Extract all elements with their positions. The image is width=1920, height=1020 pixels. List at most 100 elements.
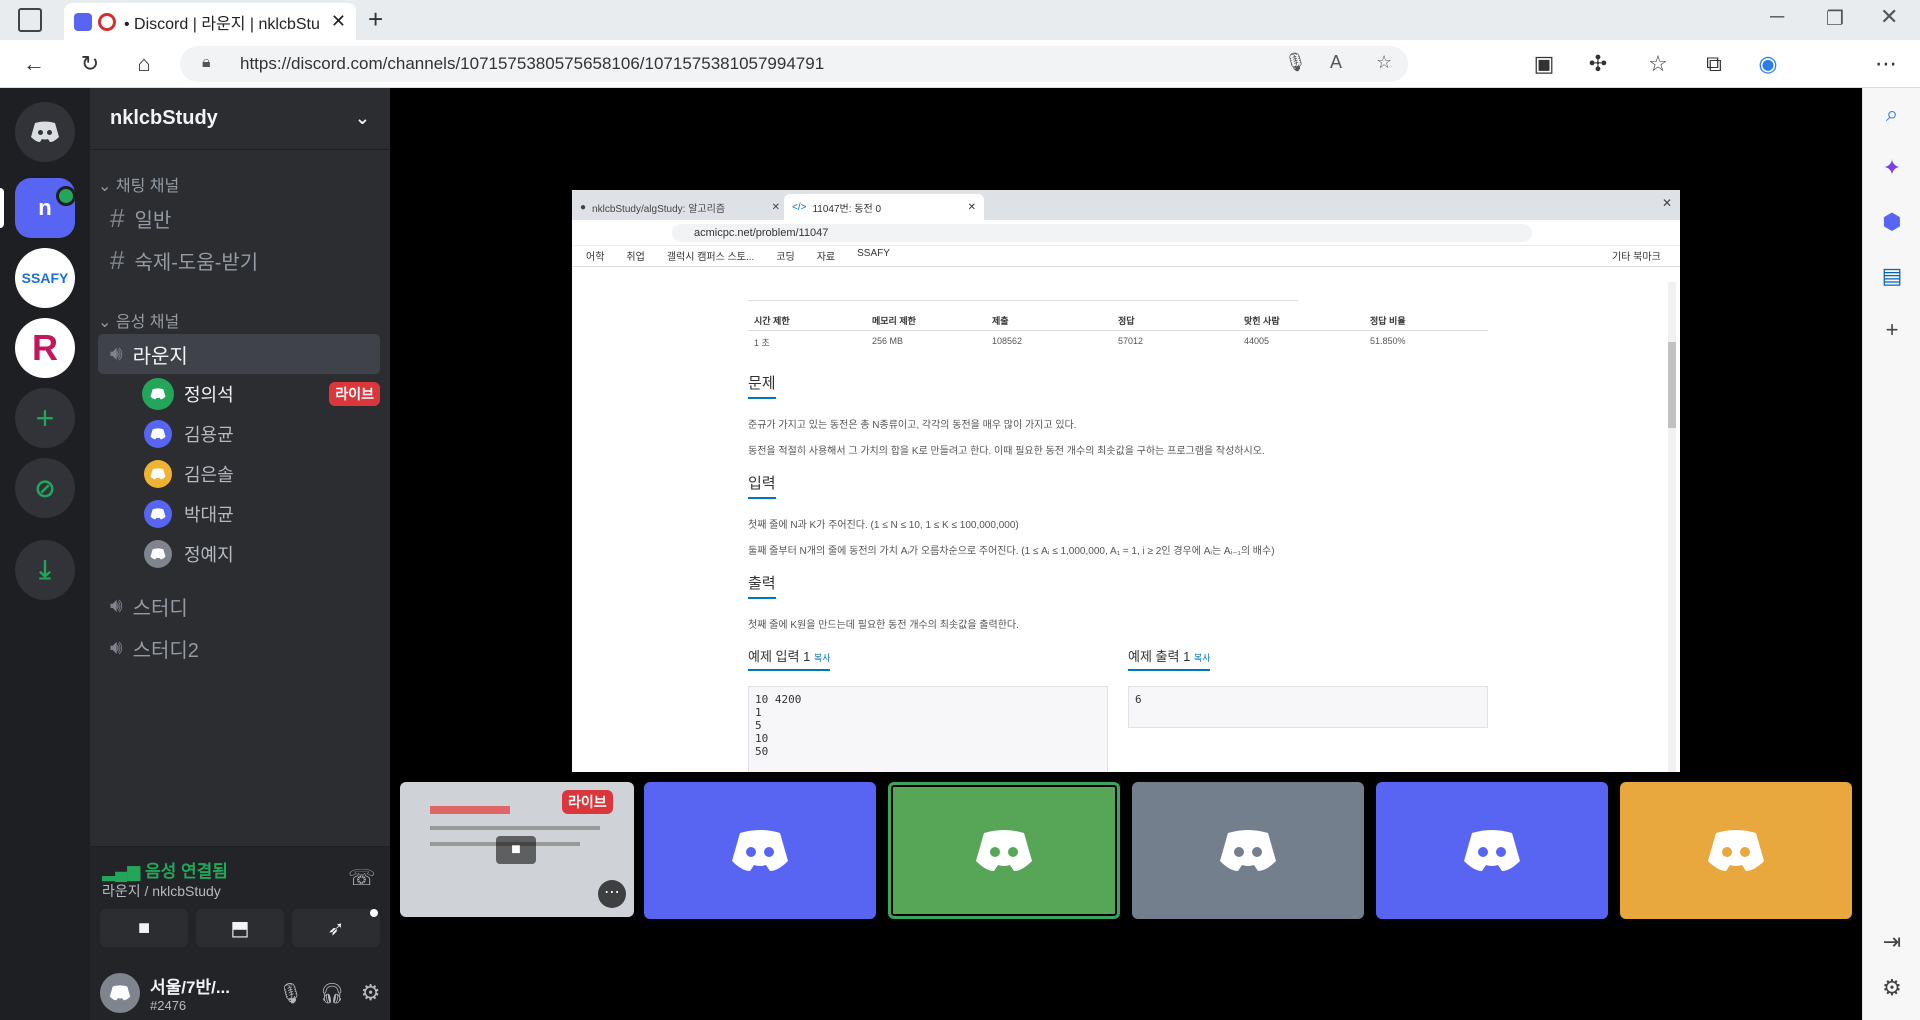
channel-homework[interactable]: # 숙제-도움-받기 [98, 240, 380, 280]
window-close-icon[interactable]: ✕ [1880, 4, 1898, 30]
tools-icon[interactable]: ⬢ [1863, 206, 1920, 238]
favorites-icon[interactable]: ☆ [1640, 46, 1676, 82]
member-name: 정예지 [184, 545, 234, 565]
server-ssafy[interactable]: SSAFY [15, 248, 75, 308]
disconnect-icon[interactable]: ☏ [348, 865, 376, 891]
avatar[interactable] [100, 973, 140, 1013]
avatar [144, 500, 172, 528]
voice-member[interactable]: 김은솔 [144, 456, 380, 492]
tab-title: • Discord | 라운지 | nklcbStu [124, 15, 320, 33]
shared-tab-github: ● nklcbStudy/algStudy: 알고리즘 ✕ [580, 194, 780, 220]
discord-home-icon[interactable] [15, 102, 75, 162]
category-text[interactable]: ⌄ 채팅 채널 [98, 172, 179, 196]
screen-share-view[interactable]: ● nklcbStudy/algStudy: 알고리즘 ✕ </> 11047번: 동… [572, 190, 1680, 772]
browser-tab-discord[interactable]: • Discord | 라운지 | nklcbStu ✕ [64, 3, 356, 40]
participant-tile[interactable] [1376, 782, 1608, 919]
voice-location[interactable]: 라운지 / nklcbStudy [102, 881, 221, 901]
user-tag: #2476 [150, 998, 187, 1013]
preview-content [430, 826, 600, 830]
discord-logo-icon [1220, 829, 1276, 871]
new-tab-icon[interactable]: + [368, 4, 383, 35]
add-server-icon[interactable]: + [15, 388, 75, 448]
camera-button[interactable]: ■ [100, 909, 188, 947]
category-voice[interactable]: ⌄ 음성 채널 [98, 308, 179, 332]
activity-button[interactable]: ➶ [292, 909, 380, 947]
sidebar-settings-icon[interactable]: ⚙ [1863, 972, 1920, 1004]
close-tab-icon: ✕ [771, 201, 780, 213]
address-bar[interactable]: 🔒︎ https://discord.com/channels/10715753… [180, 46, 1408, 82]
channel-study[interactable]: 🔊︎ 스터디 [98, 586, 380, 626]
microphone-icon[interactable]: 🎙︎ [278, 981, 303, 1006]
split-screen-icon[interactable]: ▣ [1526, 46, 1562, 82]
outlook-icon[interactable]: ▤ [1863, 260, 1920, 292]
minimize-icon[interactable]: ─ [1770, 6, 1784, 29]
explore-icon[interactable]: ⊘ [15, 458, 75, 518]
extensions-icon[interactable]: ✣ [1580, 46, 1616, 82]
sample-line: 10 [755, 732, 769, 745]
server-r[interactable]: R [15, 318, 75, 378]
shared-url: acmicpc.net/problem/11047 [672, 224, 1532, 242]
table-cell: 108562 [992, 336, 1023, 346]
server-header[interactable]: nklcbStudy ⌄ [90, 88, 390, 150]
voice-member[interactable]: 김용균 [144, 416, 380, 452]
user-info[interactable]: 서울/7반/... #2476 [150, 973, 260, 1013]
edge-bar-icon[interactable]: ◉ [1750, 46, 1786, 82]
shared-addressbar: acmicpc.net/problem/11047 [572, 220, 1680, 246]
avatar [144, 540, 172, 568]
collections-icon[interactable]: ⧉ [1696, 46, 1732, 82]
headphones-icon[interactable]: 🎧︎ [319, 981, 344, 1006]
search-icon[interactable]: ⌕ [1863, 98, 1920, 130]
channel-label: 라운지 [132, 345, 188, 368]
member-name: 정의석 [184, 385, 234, 405]
hide-sidebar-icon[interactable]: ⇥ [1863, 926, 1920, 958]
shared-tab-title: 11047번: 동전 0 [812, 203, 882, 215]
restore-icon[interactable]: ❐ [1826, 6, 1844, 31]
add-sidebar-app-icon[interactable]: + [1863, 314, 1920, 346]
more-options-icon[interactable]: ⋯ [598, 880, 626, 908]
camera-icon: ■ [496, 836, 536, 864]
participant-tile-speaking[interactable] [888, 782, 1120, 919]
participant-tile[interactable] [1132, 782, 1364, 919]
other-bookmarks: 기타 북마크 [1612, 252, 1661, 263]
speaker-icon: 🔊︎ [110, 636, 123, 659]
gear-icon[interactable]: ⚙ [361, 980, 381, 1006]
tab-actions-icon[interactable] [18, 8, 42, 32]
participant-tile[interactable] [644, 782, 876, 919]
channel-study2[interactable]: 🔊︎ 스터디2 [98, 628, 380, 668]
table-cell: 51.850% [1370, 336, 1406, 346]
screen-share-button[interactable]: ⬒ [196, 909, 284, 947]
download-icon[interactable]: ⤓ [15, 540, 75, 600]
chevron-down-icon[interactable]: ⌄ [355, 108, 370, 129]
more-menu-icon[interactable]: ⋯ [1868, 46, 1904, 82]
section-title-problem: 문제 [748, 372, 776, 399]
add-favorite-icon[interactable]: ☆ [1376, 52, 1392, 73]
channel-lounge[interactable]: 🔊︎ 라운지 [98, 334, 380, 374]
back-icon[interactable]: ← [16, 46, 52, 82]
voice-member[interactable]: 정예지 [144, 536, 380, 572]
channel-label: 숙제-도움-받기 [134, 251, 259, 274]
rocket-icon: ➶ [327, 917, 345, 940]
live-badge: 라이브 [562, 790, 613, 814]
table-header: 정답 [1118, 316, 1135, 326]
speaker-icon: 🔊︎ [110, 594, 123, 617]
voice-status[interactable]: ▂▄▆ 음성 연결됨 [102, 857, 228, 882]
server-list: n SSAFY R + ⊘ ⤓ [0, 88, 90, 1020]
read-aloud-icon[interactable]: A [1330, 52, 1342, 73]
voice-member[interactable]: 박대균 [144, 496, 380, 532]
stream-preview-tile[interactable]: 라이브 ■ ⋯ [400, 782, 634, 917]
voice-member[interactable]: 정의석 라이브 [144, 376, 380, 412]
table-cell: 256 MB [872, 336, 904, 346]
participant-tile[interactable] [1620, 782, 1852, 919]
avatar [144, 420, 172, 448]
url-text: https://discord.com/channels/10715753805… [240, 54, 825, 73]
divider [748, 300, 1298, 301]
microphone-icon[interactable]: 🎙︎ [1284, 52, 1307, 73]
refresh-icon[interactable]: ↻ [72, 46, 108, 82]
shared-tab-problem: </> 11047번: 동전 0 ✕ [784, 194, 984, 220]
home-icon[interactable]: ⌂ [126, 46, 162, 82]
copilot-icon[interactable]: ✦ [1863, 152, 1920, 184]
channel-general[interactable]: # 일반 [98, 198, 380, 238]
discord-favicon-icon [74, 12, 92, 31]
sample-input-box: 10 4200 1 5 10 50 [748, 686, 1108, 772]
close-tab-icon[interactable]: ✕ [331, 11, 346, 32]
